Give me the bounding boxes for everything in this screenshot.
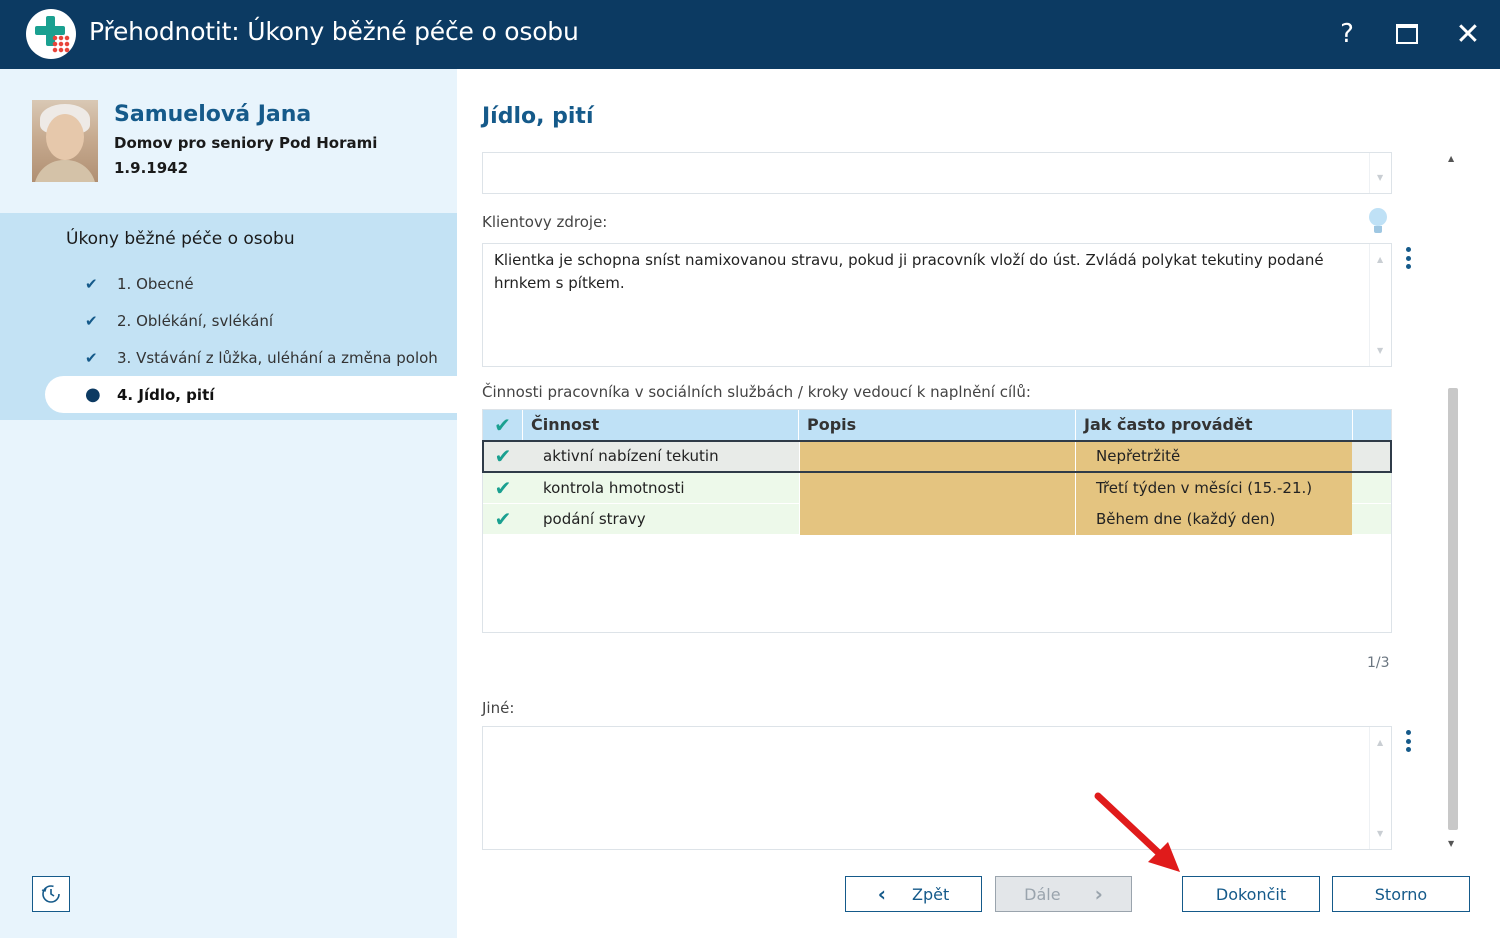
nav-title: Úkony běžné péče o osobu bbox=[66, 229, 295, 249]
patient-name: Samuelová Jana bbox=[114, 102, 312, 127]
maximize-button[interactable] bbox=[1387, 14, 1427, 54]
header-frequency[interactable]: Jak často provádět bbox=[1076, 410, 1353, 440]
other-label: Jiné: bbox=[482, 699, 515, 717]
help-button[interactable]: ? bbox=[1327, 14, 1367, 54]
scroll-down-icon[interactable]: ▼ bbox=[1448, 839, 1454, 848]
nav-item-label: 1. Obecné bbox=[117, 274, 194, 293]
header-description[interactable]: Popis bbox=[799, 410, 1076, 440]
cell-frequency[interactable]: Třetí týden v měsíci (15.-21.) bbox=[1075, 473, 1352, 504]
cell-description[interactable] bbox=[799, 504, 1075, 535]
table-row[interactable]: ✔ kontrola hmotnosti Třetí týden v měsíc… bbox=[483, 473, 1391, 504]
kebab-menu-icon[interactable] bbox=[1398, 728, 1418, 754]
resources-text: Klientka je schopna sníst namixovanou st… bbox=[494, 251, 1324, 292]
scrollbar-thumb[interactable] bbox=[1448, 388, 1458, 830]
history-icon bbox=[41, 885, 60, 903]
textarea-scrollbar[interactable]: ▲ ▼ bbox=[1369, 727, 1391, 849]
patient-dob: 1.9.1942 bbox=[114, 159, 189, 177]
history-button[interactable] bbox=[32, 876, 70, 912]
header-check-icon[interactable]: ✔ bbox=[483, 410, 523, 440]
nav-item-jidlo[interactable]: ● 4. Jídlo, pití bbox=[45, 376, 457, 413]
chevron-right-icon: › bbox=[1094, 882, 1103, 906]
annotation-arrow-icon bbox=[1094, 792, 1180, 872]
row-check-icon[interactable]: ✔ bbox=[483, 441, 523, 472]
app-logo-icon bbox=[26, 9, 76, 59]
cell-activity: aktivní nabízení tekutin bbox=[543, 447, 719, 465]
table-row-counter: 1/3 bbox=[1367, 655, 1390, 671]
nav-item-obecne[interactable]: ✔ 1. Obecné bbox=[0, 265, 457, 302]
previous-field-textarea[interactable]: ▼ bbox=[482, 152, 1392, 194]
lightbulb-icon[interactable] bbox=[1367, 208, 1389, 236]
chevron-left-icon: ‹ bbox=[877, 882, 886, 906]
kebab-menu-icon[interactable] bbox=[1398, 245, 1418, 271]
cell-activity: kontrola hmotnosti bbox=[543, 479, 685, 497]
row-check-icon[interactable]: ✔ bbox=[483, 504, 523, 535]
nav-item-vstavani[interactable]: ✔ 3. Vstávání z lůžka, uléhání a změna p… bbox=[0, 339, 457, 376]
resources-label: Klientovy zdroje: bbox=[482, 213, 608, 231]
cell-description[interactable] bbox=[799, 441, 1075, 472]
avatar bbox=[32, 100, 98, 182]
other-textarea[interactable]: ▲ ▼ bbox=[482, 726, 1392, 850]
nav-item-label: 2. Oblékání, svlékání bbox=[117, 311, 274, 330]
window-title: Přehodnotit: Úkony běžné péče o osobu bbox=[89, 17, 579, 46]
table-header: ✔ Činnost Popis Jak často provádět bbox=[483, 410, 1391, 440]
nav-item-label: 4. Jídlo, pití bbox=[117, 385, 215, 404]
activities-label: Činnosti pracovníka v sociálních službác… bbox=[482, 383, 1031, 401]
table-row[interactable]: ✔ aktivní nabízení tekutin Nepřetržitě bbox=[482, 440, 1392, 473]
row-check-icon[interactable]: ✔ bbox=[483, 473, 523, 504]
cancel-button[interactable]: Storno bbox=[1332, 876, 1470, 912]
cell-frequency[interactable]: Během dne (každý den) bbox=[1075, 504, 1352, 535]
cell-activity: podání stravy bbox=[543, 510, 646, 528]
resources-textarea[interactable]: Klientka je schopna sníst namixovanou st… bbox=[482, 243, 1392, 367]
cell-frequency[interactable]: Nepřetržitě bbox=[1075, 441, 1352, 472]
cell-description[interactable] bbox=[799, 473, 1075, 504]
patient-facility: Domov pro seniory Pod Horami bbox=[114, 134, 378, 152]
nav-item-label: 3. Vstávání z lůžka, uléhání a změna pol… bbox=[117, 348, 438, 367]
nav-item-oblekani[interactable]: ✔ 2. Oblékání, svlékání bbox=[0, 302, 457, 339]
finish-button[interactable]: Dokončit bbox=[1182, 876, 1320, 912]
step-navigation: Úkony běžné péče o osobu ✔ 1. Obecné ✔ 2… bbox=[0, 213, 457, 420]
scroll-up-icon[interactable]: ▲ bbox=[1448, 154, 1454, 163]
content-scrollbar[interactable]: ▲ ▼ bbox=[1444, 152, 1462, 848]
maximize-icon bbox=[1396, 24, 1418, 44]
header-activity[interactable]: Činnost bbox=[523, 410, 799, 440]
activities-table: ✔ Činnost Popis Jak často provádět ✔ akt… bbox=[482, 409, 1392, 633]
table-row[interactable]: ✔ podání stravy Během dne (každý den) bbox=[483, 504, 1391, 535]
back-button[interactable]: ‹ Zpět bbox=[845, 876, 982, 912]
section-title: Jídlo, pití bbox=[482, 104, 594, 129]
close-button[interactable]: ✕ bbox=[1448, 14, 1488, 54]
left-panel: Samuelová Jana Domov pro seniory Pod Hor… bbox=[0, 69, 457, 938]
title-bar: Přehodnotit: Úkony běžné péče o osobu ? … bbox=[0, 0, 1500, 69]
textarea-scrollbar[interactable]: ▲ ▼ bbox=[1369, 244, 1391, 366]
next-button[interactable]: Dále › bbox=[995, 876, 1132, 912]
textarea-scrollbar[interactable]: ▼ bbox=[1369, 153, 1391, 193]
